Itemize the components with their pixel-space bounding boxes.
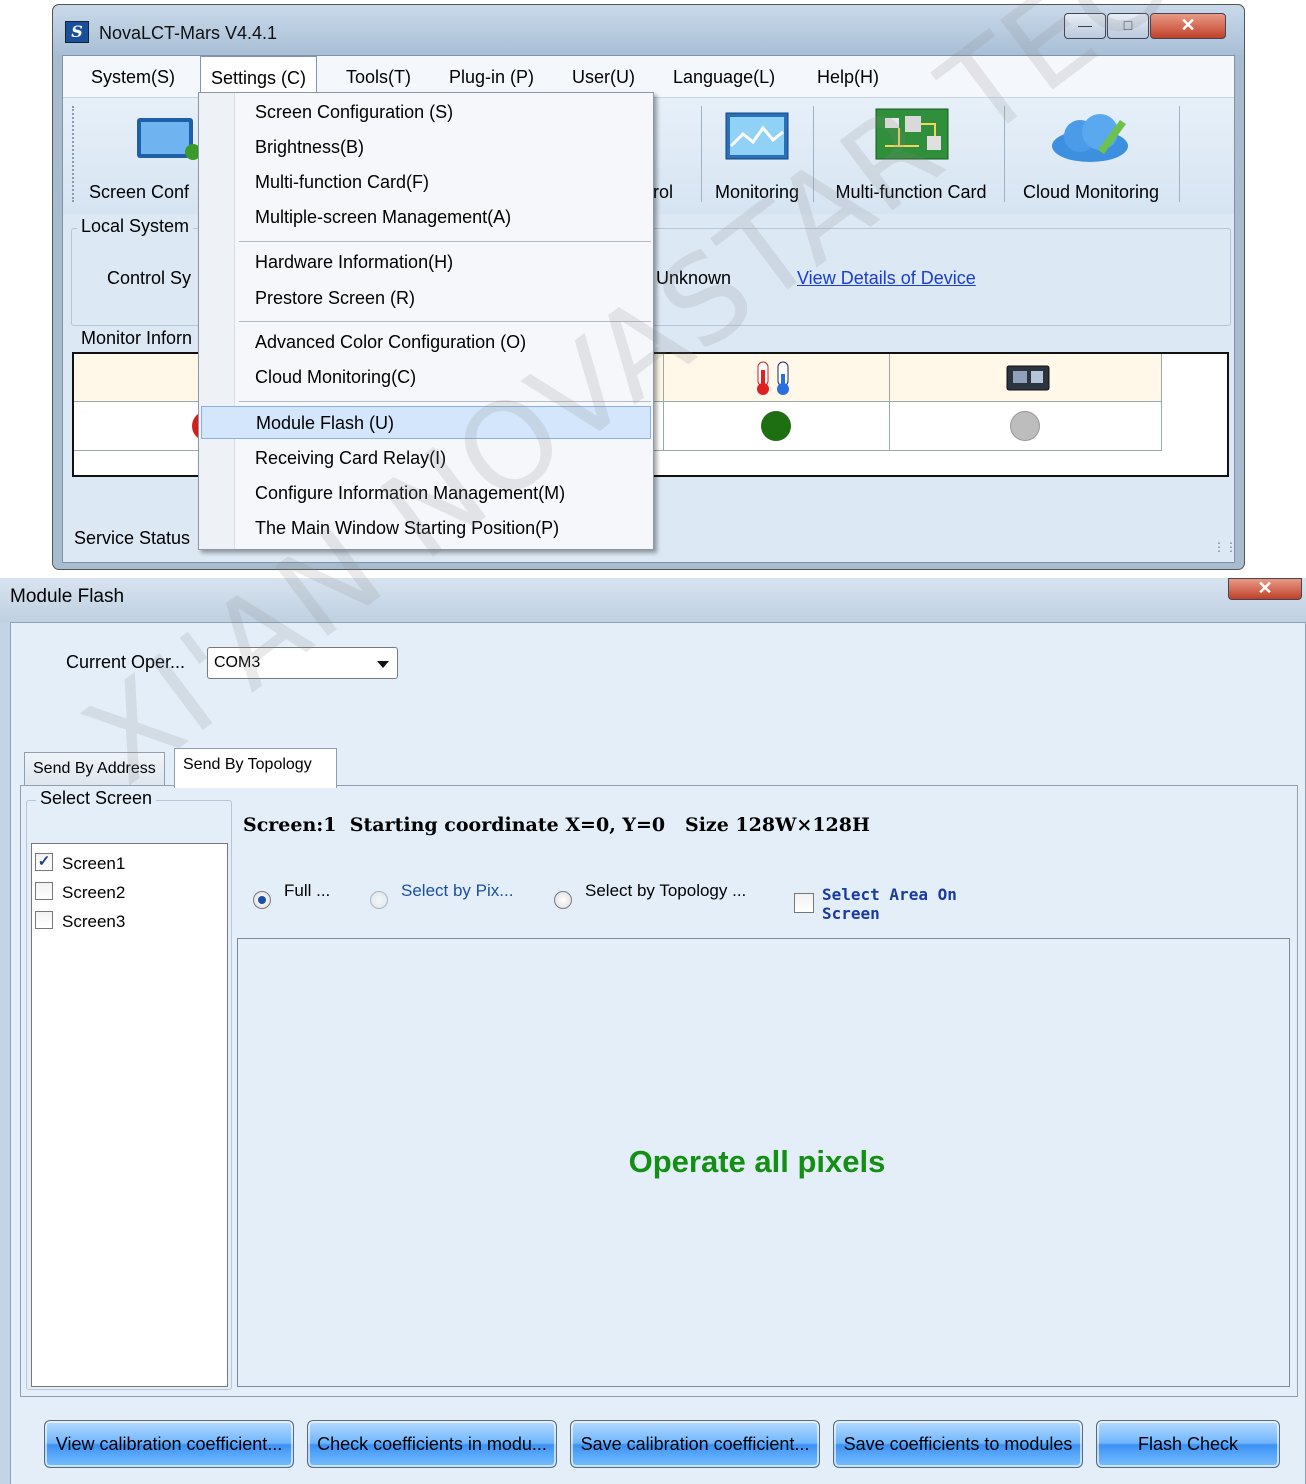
menu-item-module-flash[interactable]: Module Flash (U) — [201, 406, 651, 439]
screen2-label: Screen2 — [62, 883, 126, 902]
control-system-label: Control Sy — [107, 268, 192, 288]
screen-info-text: Screen:1 Starting coordinate X=0, Y=0 Si… — [243, 814, 870, 836]
full-radio-label: Full ... — [284, 881, 331, 900]
toolbar-grip — [72, 106, 74, 202]
operate-all-pixels-text: Operate all pixels — [628, 1144, 886, 1179]
cloud-icon — [1052, 114, 1128, 162]
current-oper-label: Current Oper... — [66, 652, 186, 672]
minimize-button[interactable]: — — [1064, 13, 1106, 39]
control-system-status: Unknown — [656, 268, 732, 288]
full-radio[interactable] — [253, 891, 271, 909]
save-to-modules-button[interactable]: Save coefficients to modules — [833, 1420, 1083, 1468]
flash-check-button[interactable]: Flash Check — [1096, 1420, 1280, 1468]
menu-separator — [239, 401, 651, 402]
service-status-label: Service Status — [74, 528, 191, 548]
tool-brightness-control[interactable]: rol — [653, 98, 705, 208]
main-title-bar: S NovaLCT-Mars V4.4.1 — □ ✕ — [53, 5, 1244, 55]
toolbar-separator — [701, 106, 702, 202]
maximize-button[interactable]: □ — [1107, 13, 1149, 39]
tool-cloud-monitoring[interactable]: Cloud Monitoring — [1010, 98, 1172, 208]
tab-send-by-address[interactable]: Send By Address — [24, 752, 165, 786]
port-select-value: COM3 — [214, 654, 261, 671]
select-by-pixel-radio[interactable] — [370, 891, 388, 909]
status-led-gray — [1010, 411, 1040, 441]
main-window-title: NovaLCT-Mars V4.4.1 — [99, 23, 278, 43]
screen2-checkbox[interactable] — [35, 882, 53, 900]
table-header-cell — [890, 354, 1162, 402]
menu-item-configure-information[interactable]: Configure Information Management(M) — [201, 477, 651, 510]
module-flash-title-bar: Module Flash ✕ — [0, 578, 1306, 622]
menu-separator — [239, 321, 651, 322]
select-area-checkbox[interactable] — [794, 893, 814, 913]
view-calibration-button[interactable]: View calibration coefficient... — [44, 1420, 294, 1468]
menu-help[interactable]: Help(H) — [807, 56, 889, 96]
tool-multifunction-card[interactable]: Multi-function Card — [819, 98, 1003, 208]
screen-list — [31, 843, 228, 1387]
check-coefficients-button[interactable]: Check coefficients in modu... — [307, 1420, 557, 1468]
screen3-checkbox[interactable] — [35, 911, 53, 929]
menu-tools[interactable]: Tools(T) — [336, 56, 421, 96]
module-flash-title: Module Flash — [10, 586, 125, 607]
select-by-topology-radio[interactable] — [554, 891, 572, 909]
view-device-details-link[interactable]: View Details of Device — [797, 268, 976, 289]
toolbar-separator — [1004, 106, 1005, 202]
table-row-cell — [664, 402, 890, 451]
menu-system[interactable]: System(S) — [81, 56, 185, 96]
select-by-topology-label: Select by Topology ... — [585, 881, 747, 900]
menu-item-multiple-screen[interactable]: Multiple-screen Management(A) — [201, 201, 651, 234]
toolbar-separator — [813, 106, 814, 202]
chevron-down-icon — [377, 661, 389, 668]
menu-separator — [239, 241, 651, 242]
select-by-pixel-label: Select by Pix... — [401, 881, 514, 900]
menu-item-main-window-position[interactable]: The Main Window Starting Position(P) — [201, 512, 651, 545]
save-calibration-button[interactable]: Save calibration coefficient... — [570, 1420, 820, 1468]
temperature-icon — [757, 361, 789, 395]
toolbar-separator — [1179, 106, 1180, 202]
monitor-info-title: Monitor Inforn — [77, 328, 197, 349]
local-system-title: Local System — [77, 216, 194, 237]
menu-item-multifunction-card[interactable]: Multi-function Card(F) — [201, 166, 651, 199]
port-select[interactable]: COM3 — [207, 647, 398, 679]
settings-dropdown-menu: Screen Configuration (S) Brightness(B) M… — [198, 92, 654, 550]
menu-item-screen-configuration[interactable]: Screen Configuration (S) — [201, 96, 651, 129]
menu-item-brightness[interactable]: Brightness(B) — [201, 131, 651, 164]
table-row-cell — [890, 402, 1162, 451]
circuit-board-icon — [875, 108, 949, 160]
menu-language[interactable]: Language(L) — [663, 56, 785, 96]
menu-item-cloud-monitoring[interactable]: Cloud Monitoring(C) — [201, 361, 651, 394]
tool-screen-config[interactable]: Screen Conf — [79, 98, 199, 208]
menu-settings[interactable]: Settings (C) — [200, 56, 318, 96]
tool-monitoring[interactable]: Monitoring — [707, 98, 807, 208]
screen1-checkbox[interactable]: ✓ — [35, 853, 53, 871]
tab-send-by-topology[interactable]: Send By Topology — [174, 748, 337, 788]
close-button[interactable]: ✕ — [1150, 13, 1226, 39]
menu-plugin[interactable]: Plug-in (P) — [439, 56, 544, 96]
screen3-label: Screen3 — [62, 912, 126, 931]
resize-grip-icon[interactable]: ⋮⋮ — [1213, 540, 1237, 554]
receiving-card-icon — [1006, 365, 1050, 391]
screen1-label: Screen1 — [62, 854, 126, 873]
select-screen-title: Select Screen — [36, 788, 157, 809]
monitor-icon — [137, 118, 199, 160]
table-header-cell — [664, 354, 890, 402]
select-area-label: Select Area On Screen — [822, 885, 957, 923]
module-flash-close-button[interactable]: ✕ — [1228, 578, 1302, 600]
menu-item-hardware-information[interactable]: Hardware Information(H) — [201, 246, 651, 279]
menu-user[interactable]: User(U) — [562, 56, 645, 96]
menu-item-receiving-card-relay[interactable]: Receiving Card Relay(I) — [201, 442, 651, 475]
menu-item-advanced-color[interactable]: Advanced Color Configuration (O) — [201, 326, 651, 359]
novalct-logo-icon: S — [65, 21, 89, 43]
menu-item-prestore-screen[interactable]: Prestore Screen (R) — [201, 282, 651, 315]
status-led-green — [761, 411, 791, 441]
monitoring-chart-icon — [725, 112, 789, 160]
